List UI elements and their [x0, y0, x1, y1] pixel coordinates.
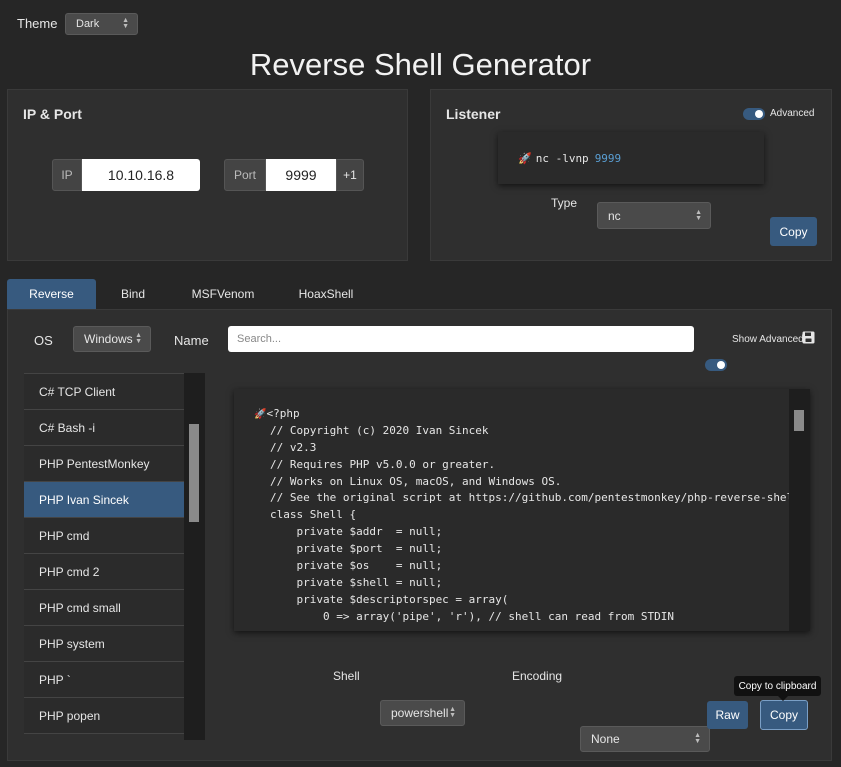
port-addon: Port: [224, 159, 266, 191]
raw-button[interactable]: Raw: [707, 701, 748, 729]
caret-updown-icon: ▲ ▼: [694, 732, 701, 745]
tab-reverse[interactable]: Reverse: [7, 279, 96, 309]
code-line: // See the original script at https://gi…: [270, 491, 807, 505]
list-item[interactable]: PHP cmd small: [24, 590, 184, 626]
listener-command: nc -lvnp: [535, 151, 589, 165]
show-advanced-toggle[interactable]: [705, 359, 727, 371]
copy-tooltip-text: Copy to clipboard: [738, 680, 817, 692]
list-item[interactable]: C# Bash -i: [24, 410, 184, 446]
shell-select-value: powershell: [391, 706, 449, 720]
code-box: 🚀<?php // Copyright (c) 2020 Ivan Sincek…: [234, 389, 810, 631]
list-item[interactable]: PHP system: [24, 626, 184, 662]
listener-panel: Listener Advanced 🚀 nc -lvnp 9999 Type n…: [430, 89, 832, 261]
code-line: // Requires PHP v5.0.0 or greater.: [270, 457, 496, 471]
code-line: private $addr = null;: [270, 525, 443, 539]
list-item[interactable]: PHP PentestMonkey: [24, 446, 184, 482]
os-label: OS: [34, 333, 53, 348]
caret-updown-icon: ▲ ▼: [695, 208, 702, 222]
copy-tooltip: Copy to clipboard: [734, 676, 821, 696]
listener-command-box: 🚀 nc -lvnp 9999: [498, 132, 764, 184]
tab-bind-label: Bind: [120, 287, 146, 301]
tab-hoaxshell[interactable]: HoaxShell: [286, 279, 366, 309]
caret-updown-icon: ▲ ▼: [122, 17, 129, 30]
tab-hoaxshell-label: HoaxShell: [298, 287, 354, 301]
ip-port-title: IP & Port: [23, 106, 82, 122]
ip-port-panel: IP & Port IP 10.10.16.8 Port 9999 +1: [7, 89, 408, 261]
listener-type-label: Type: [551, 196, 578, 210]
reverse-panel: OS Windows ▲ ▼ Name Search... Show Advanc…: [7, 309, 832, 761]
copy-tooltip-arrow: [778, 696, 788, 701]
shell-list-scrollbar-thumb[interactable]: [189, 424, 199, 522]
theme-select[interactable]: Dark ▲ ▼: [65, 13, 138, 35]
shell-label: Shell: [333, 669, 360, 683]
tab-msfvenom[interactable]: MSFVenom: [180, 279, 266, 309]
code-line: private $os = null;: [270, 559, 443, 573]
code-line: private $port = null;: [270, 542, 443, 556]
encoding-select[interactable]: None ▲ ▼: [580, 726, 710, 752]
code-line: private $shell = null;: [270, 575, 443, 589]
list-item-selected[interactable]: PHP Ivan Sincek: [24, 482, 184, 518]
encoding-select-value: None: [591, 732, 620, 746]
caret-updown-icon: ▲ ▼: [449, 706, 456, 719]
code-line: <?php: [266, 407, 300, 420]
listener-command-port: 9999: [594, 151, 622, 165]
code-scrollbar[interactable]: [789, 389, 810, 631]
name-label: Name: [174, 333, 209, 348]
os-select[interactable]: Windows ▲ ▼: [73, 326, 151, 352]
list-item[interactable]: PHP popen: [24, 698, 184, 734]
list-item[interactable]: PHP cmd 2: [24, 554, 184, 590]
rocket-icon: 🚀: [254, 409, 267, 420]
code-line: private $descriptorspec = array(: [270, 592, 509, 606]
code-line: class Shell {: [270, 508, 357, 522]
page-title: Reverse Shell Generator: [249, 47, 592, 82]
os-select-value: Windows: [84, 332, 133, 346]
ip-addon: IP: [52, 159, 82, 191]
tab-reverse-label: Reverse: [29, 287, 74, 301]
shell-list: C# TCP Client C# Bash -i PHP PentestMonk…: [24, 373, 184, 738]
search-placeholder: Search...: [237, 333, 282, 345]
listener-copy-button[interactable]: Copy: [770, 217, 817, 246]
theme-select-value: Dark: [76, 18, 100, 30]
list-item[interactable]: PHP cmd: [24, 518, 184, 554]
list-item[interactable]: PHP `: [24, 662, 184, 698]
code-content: 🚀<?php // Copyright (c) 2020 Ivan Sincek…: [254, 407, 806, 627]
ip-input[interactable]: 10.10.16.8: [82, 159, 200, 191]
code-line: // Works on Linux OS, macOS, and Windows…: [270, 474, 562, 488]
copy-button[interactable]: Copy: [760, 700, 808, 730]
code-scrollbar-thumb[interactable]: [794, 410, 804, 431]
port-increment-button[interactable]: +1: [336, 159, 364, 191]
shell-list-scrollbar[interactable]: [184, 373, 205, 740]
port-input[interactable]: 9999: [266, 159, 336, 191]
ip-label: IP: [61, 168, 73, 182]
code-line: // v2.3: [270, 440, 317, 454]
encoding-label: Encoding: [512, 669, 563, 683]
advanced-toggle[interactable]: [743, 108, 765, 120]
show-advanced-label: Show Advanced: [732, 334, 804, 345]
code-line: // Copyright (c) 2020 Ivan Sincek: [270, 423, 489, 437]
rocket-icon: 🚀: [518, 152, 532, 165]
listener-type-select[interactable]: nc ▲ ▼: [597, 202, 711, 229]
port-label: Port: [233, 168, 256, 182]
listener-title: Listener: [446, 106, 501, 122]
save-icon[interactable]: [802, 331, 815, 344]
caret-updown-icon: ▲ ▼: [135, 332, 142, 345]
tab-bind[interactable]: Bind: [100, 279, 166, 309]
shell-select[interactable]: powershell ▲ ▼: [380, 700, 465, 726]
code-line: 0 => array('pipe', 'r'), // shell can re…: [270, 609, 674, 623]
list-item[interactable]: C# TCP Client: [24, 374, 184, 410]
tab-msfvenom-label: MSFVenom: [191, 287, 255, 301]
port-increment-label: +1: [343, 168, 357, 182]
listener-type-value: nc: [608, 208, 621, 223]
advanced-label: Advanced: [770, 108, 815, 119]
search-input[interactable]: Search...: [228, 326, 694, 352]
theme-label: Theme: [17, 16, 58, 31]
